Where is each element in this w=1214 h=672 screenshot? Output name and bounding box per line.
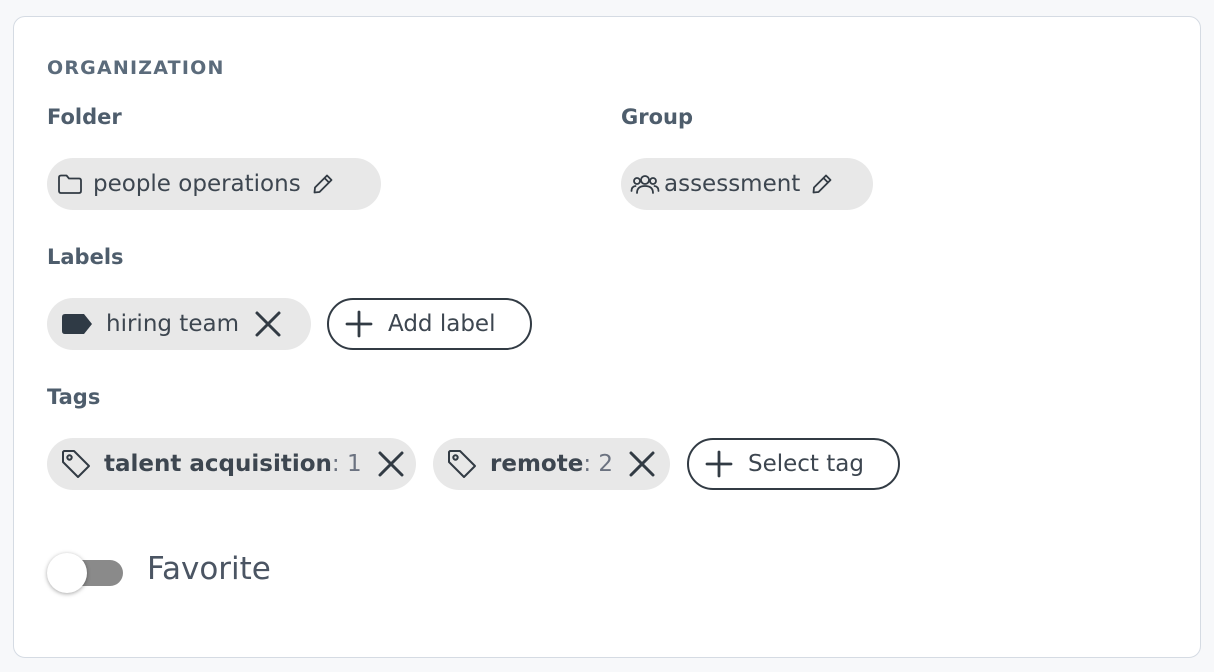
pencil-icon[interactable] <box>311 172 335 196</box>
group-value: assessment <box>664 171 801 197</box>
users-icon <box>630 172 660 196</box>
toggle-knob <box>47 553 87 593</box>
section-title: ORGANIZATION <box>47 57 225 79</box>
folder-label: Folder <box>47 105 122 129</box>
labels-label: Labels <box>47 245 124 269</box>
label-icon <box>60 312 94 336</box>
favorite-label: Favorite <box>147 551 271 587</box>
close-icon[interactable] <box>627 449 657 479</box>
plus-icon <box>704 449 734 479</box>
close-icon[interactable] <box>253 309 283 339</box>
favorite-toggle[interactable] <box>47 553 123 593</box>
tags-label: Tags <box>47 385 101 409</box>
folder-icon <box>57 172 83 196</box>
add-label-text: Add label <box>388 311 496 337</box>
close-icon[interactable] <box>376 449 406 479</box>
group-label: Group <box>621 105 694 129</box>
tag-count: : 2 <box>583 451 614 477</box>
group-chip[interactable]: assessment <box>621 158 873 210</box>
folder-chip[interactable]: people operations <box>47 158 381 210</box>
label-chip[interactable]: hiring team <box>47 298 311 350</box>
tag-chip[interactable]: remote: 2 <box>433 438 670 490</box>
organization-card: ORGANIZATION Folder people operations Gr… <box>13 16 1201 658</box>
tag-count: : 1 <box>331 451 362 477</box>
folder-value: people operations <box>93 171 301 197</box>
select-tag-text: Select tag <box>748 451 864 477</box>
pencil-icon[interactable] <box>810 172 834 196</box>
tag-icon <box>446 448 478 480</box>
tag-chip[interactable]: talent acquisition: 1 <box>47 438 416 490</box>
plus-icon <box>344 309 374 339</box>
tag-icon <box>60 448 92 480</box>
tag-name: talent acquisition <box>104 451 332 477</box>
label-name: hiring team <box>106 311 239 337</box>
add-label-button[interactable]: Add label <box>327 298 532 350</box>
select-tag-button[interactable]: Select tag <box>687 438 900 490</box>
tag-name: remote <box>490 451 584 477</box>
